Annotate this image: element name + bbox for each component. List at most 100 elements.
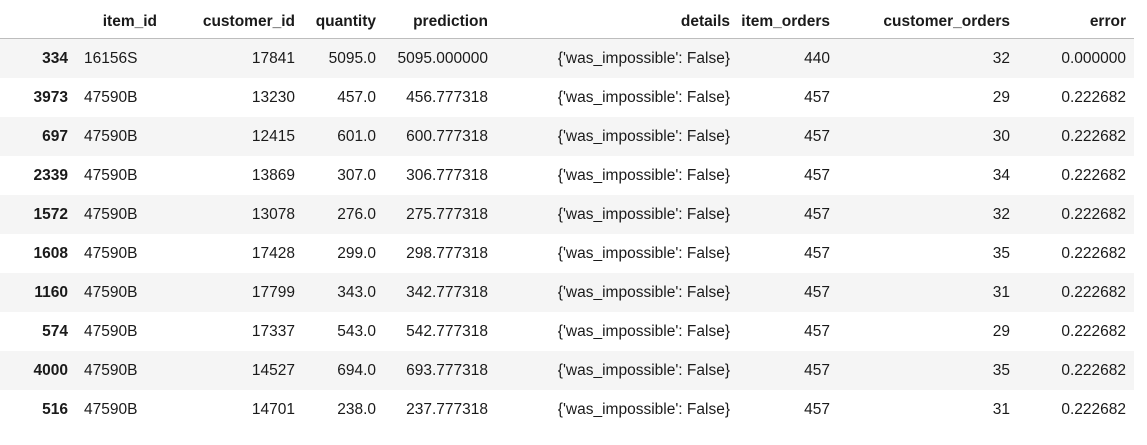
cell-customer-orders: 29 bbox=[992, 88, 1010, 106]
row-index: 1608 bbox=[33, 244, 68, 262]
cell-error: 0.222682 bbox=[1061, 361, 1126, 379]
table-row: 1608 47590B 17428 299.0 298.777318 {'was_impo… bbox=[0, 234, 1134, 273]
header-index bbox=[0, 5, 76, 39]
cell-quantity: 238.0 bbox=[337, 400, 376, 418]
cell-details: {'was_impossible': False} bbox=[557, 322, 730, 340]
header-customer-orders: customer_orders bbox=[838, 5, 1018, 39]
cell-customer-orders: 30 bbox=[992, 127, 1010, 145]
cell-item-orders: 440 bbox=[804, 49, 830, 67]
cell-item-orders: 457 bbox=[804, 166, 830, 184]
cell-customer-id: 17799 bbox=[251, 283, 295, 301]
header-quantity: quantity bbox=[303, 5, 384, 39]
cell-quantity: 343.0 bbox=[337, 283, 376, 301]
cell-error: 0.222682 bbox=[1061, 283, 1126, 301]
header-details: details bbox=[496, 5, 738, 39]
cell-prediction: 342.777318 bbox=[406, 283, 488, 301]
header-customer-id: customer_id bbox=[165, 5, 303, 39]
header-prediction: prediction bbox=[384, 5, 496, 39]
cell-details: {'was_impossible': False} bbox=[557, 166, 730, 184]
cell-error: 0.222682 bbox=[1061, 322, 1126, 340]
table-row: 1160 47590B 17799 343.0 342.777318 {'was_impo… bbox=[0, 273, 1134, 312]
cell-details: {'was_impossible': False} bbox=[557, 127, 730, 145]
cell-item-id: 47590B bbox=[84, 244, 138, 262]
cell-customer-orders: 32 bbox=[992, 205, 1010, 223]
table-row: 516 47590B 14701 238.0 237.777318 {'was_impos… bbox=[0, 390, 1134, 429]
cell-quantity: 457.0 bbox=[337, 88, 376, 106]
cell-error: 0.222682 bbox=[1061, 127, 1126, 145]
cell-customer-id: 13078 bbox=[251, 205, 295, 223]
cell-details: {'was_impossible': False} bbox=[557, 400, 730, 418]
row-index: 574 bbox=[42, 322, 68, 340]
cell-details: {'was_impossible': False} bbox=[557, 49, 730, 67]
cell-quantity: 299.0 bbox=[337, 244, 376, 262]
cell-customer-orders: 35 bbox=[992, 244, 1010, 262]
cell-prediction: 306.777318 bbox=[406, 166, 488, 184]
cell-item-orders: 457 bbox=[804, 400, 830, 418]
cell-customer-orders: 35 bbox=[992, 361, 1010, 379]
cell-item-orders: 457 bbox=[804, 127, 830, 145]
table-body: 334 16156S 17841 5095.0 5095.000000 {'was_imp… bbox=[0, 38, 1134, 429]
cell-item-id: 47590B bbox=[84, 166, 138, 184]
header-item-id: item_id bbox=[76, 5, 165, 39]
row-index: 334 bbox=[42, 49, 68, 67]
cell-prediction: 298.777318 bbox=[406, 244, 488, 262]
header-item-orders: item_orders bbox=[738, 5, 838, 39]
cell-item-id: 47590B bbox=[84, 361, 138, 379]
row-index: 3973 bbox=[33, 88, 68, 106]
cell-item-id: 47590B bbox=[84, 283, 138, 301]
table-row: 2339 47590B 13869 307.0 306.777318 {'was_impo… bbox=[0, 156, 1134, 195]
cell-customer-id: 17337 bbox=[251, 322, 295, 340]
cell-error: 0.000000 bbox=[1061, 49, 1126, 67]
cell-customer-orders: 29 bbox=[992, 322, 1010, 340]
cell-quantity: 307.0 bbox=[337, 166, 376, 184]
row-index: 1160 bbox=[34, 283, 68, 301]
cell-details: {'was_impossible': False} bbox=[557, 88, 730, 106]
cell-customer-orders: 34 bbox=[992, 166, 1010, 184]
header-error: error bbox=[1018, 5, 1134, 39]
cell-quantity: 543.0 bbox=[337, 322, 376, 340]
header-row: item_id customer_id quantity prediction … bbox=[0, 5, 1134, 39]
table-row: 334 16156S 17841 5095.0 5095.000000 {'was_imp… bbox=[0, 38, 1134, 78]
cell-prediction: 456.777318 bbox=[406, 88, 488, 106]
cell-customer-id: 17841 bbox=[251, 49, 295, 67]
cell-item-id: 47590B bbox=[84, 400, 138, 418]
cell-customer-id: 17428 bbox=[251, 244, 295, 262]
cell-error: 0.222682 bbox=[1061, 400, 1126, 418]
cell-item-orders: 457 bbox=[804, 244, 830, 262]
table-row: 574 47590B 17337 543.0 542.777318 {'was_impos… bbox=[0, 312, 1134, 351]
cell-item-id: 47590B bbox=[84, 88, 138, 106]
cell-customer-orders: 31 bbox=[992, 283, 1010, 301]
dataframe-output: item_id customer_id quantity prediction … bbox=[0, 0, 1147, 445]
row-index: 4000 bbox=[33, 361, 68, 379]
cell-prediction: 693.777318 bbox=[406, 361, 488, 379]
cell-customer-id: 12415 bbox=[251, 127, 295, 145]
cell-details: {'was_impossible': False} bbox=[557, 205, 730, 223]
cell-item-id: 47590B bbox=[84, 127, 138, 145]
row-index: 1572 bbox=[33, 205, 68, 223]
cell-customer-id: 14701 bbox=[251, 400, 295, 418]
cell-item-id: 16156S bbox=[84, 49, 138, 67]
cell-prediction: 237.777318 bbox=[406, 400, 488, 418]
cell-error: 0.222682 bbox=[1061, 88, 1126, 106]
cell-quantity: 276.0 bbox=[337, 205, 376, 223]
cell-prediction: 275.777318 bbox=[406, 205, 488, 223]
cell-item-id: 47590B bbox=[84, 322, 138, 340]
table-row: 4000 47590B 14527 694.0 693.777318 {'was_impo… bbox=[0, 351, 1134, 390]
cell-item-orders: 457 bbox=[804, 361, 830, 379]
cell-quantity: 694.0 bbox=[337, 361, 376, 379]
cell-prediction: 542.777318 bbox=[406, 322, 488, 340]
cell-item-id: 47590B bbox=[84, 205, 138, 223]
cell-details: {'was_impossible': False} bbox=[557, 361, 730, 379]
cell-customer-id: 13230 bbox=[251, 88, 295, 106]
cell-customer-id: 14527 bbox=[251, 361, 295, 379]
row-index: 697 bbox=[42, 127, 68, 145]
cell-customer-id: 13869 bbox=[251, 166, 295, 184]
cell-error: 0.222682 bbox=[1061, 166, 1126, 184]
cell-item-orders: 457 bbox=[804, 322, 830, 340]
cell-prediction: 5095.000000 bbox=[397, 49, 488, 67]
cell-item-orders: 457 bbox=[804, 88, 830, 106]
table-row: 697 47590B 12415 601.0 600.777318 {'was_impos… bbox=[0, 117, 1134, 156]
cell-details: {'was_impossible': False} bbox=[557, 283, 730, 301]
cell-error: 0.222682 bbox=[1061, 244, 1126, 262]
cell-customer-orders: 31 bbox=[992, 400, 1010, 418]
